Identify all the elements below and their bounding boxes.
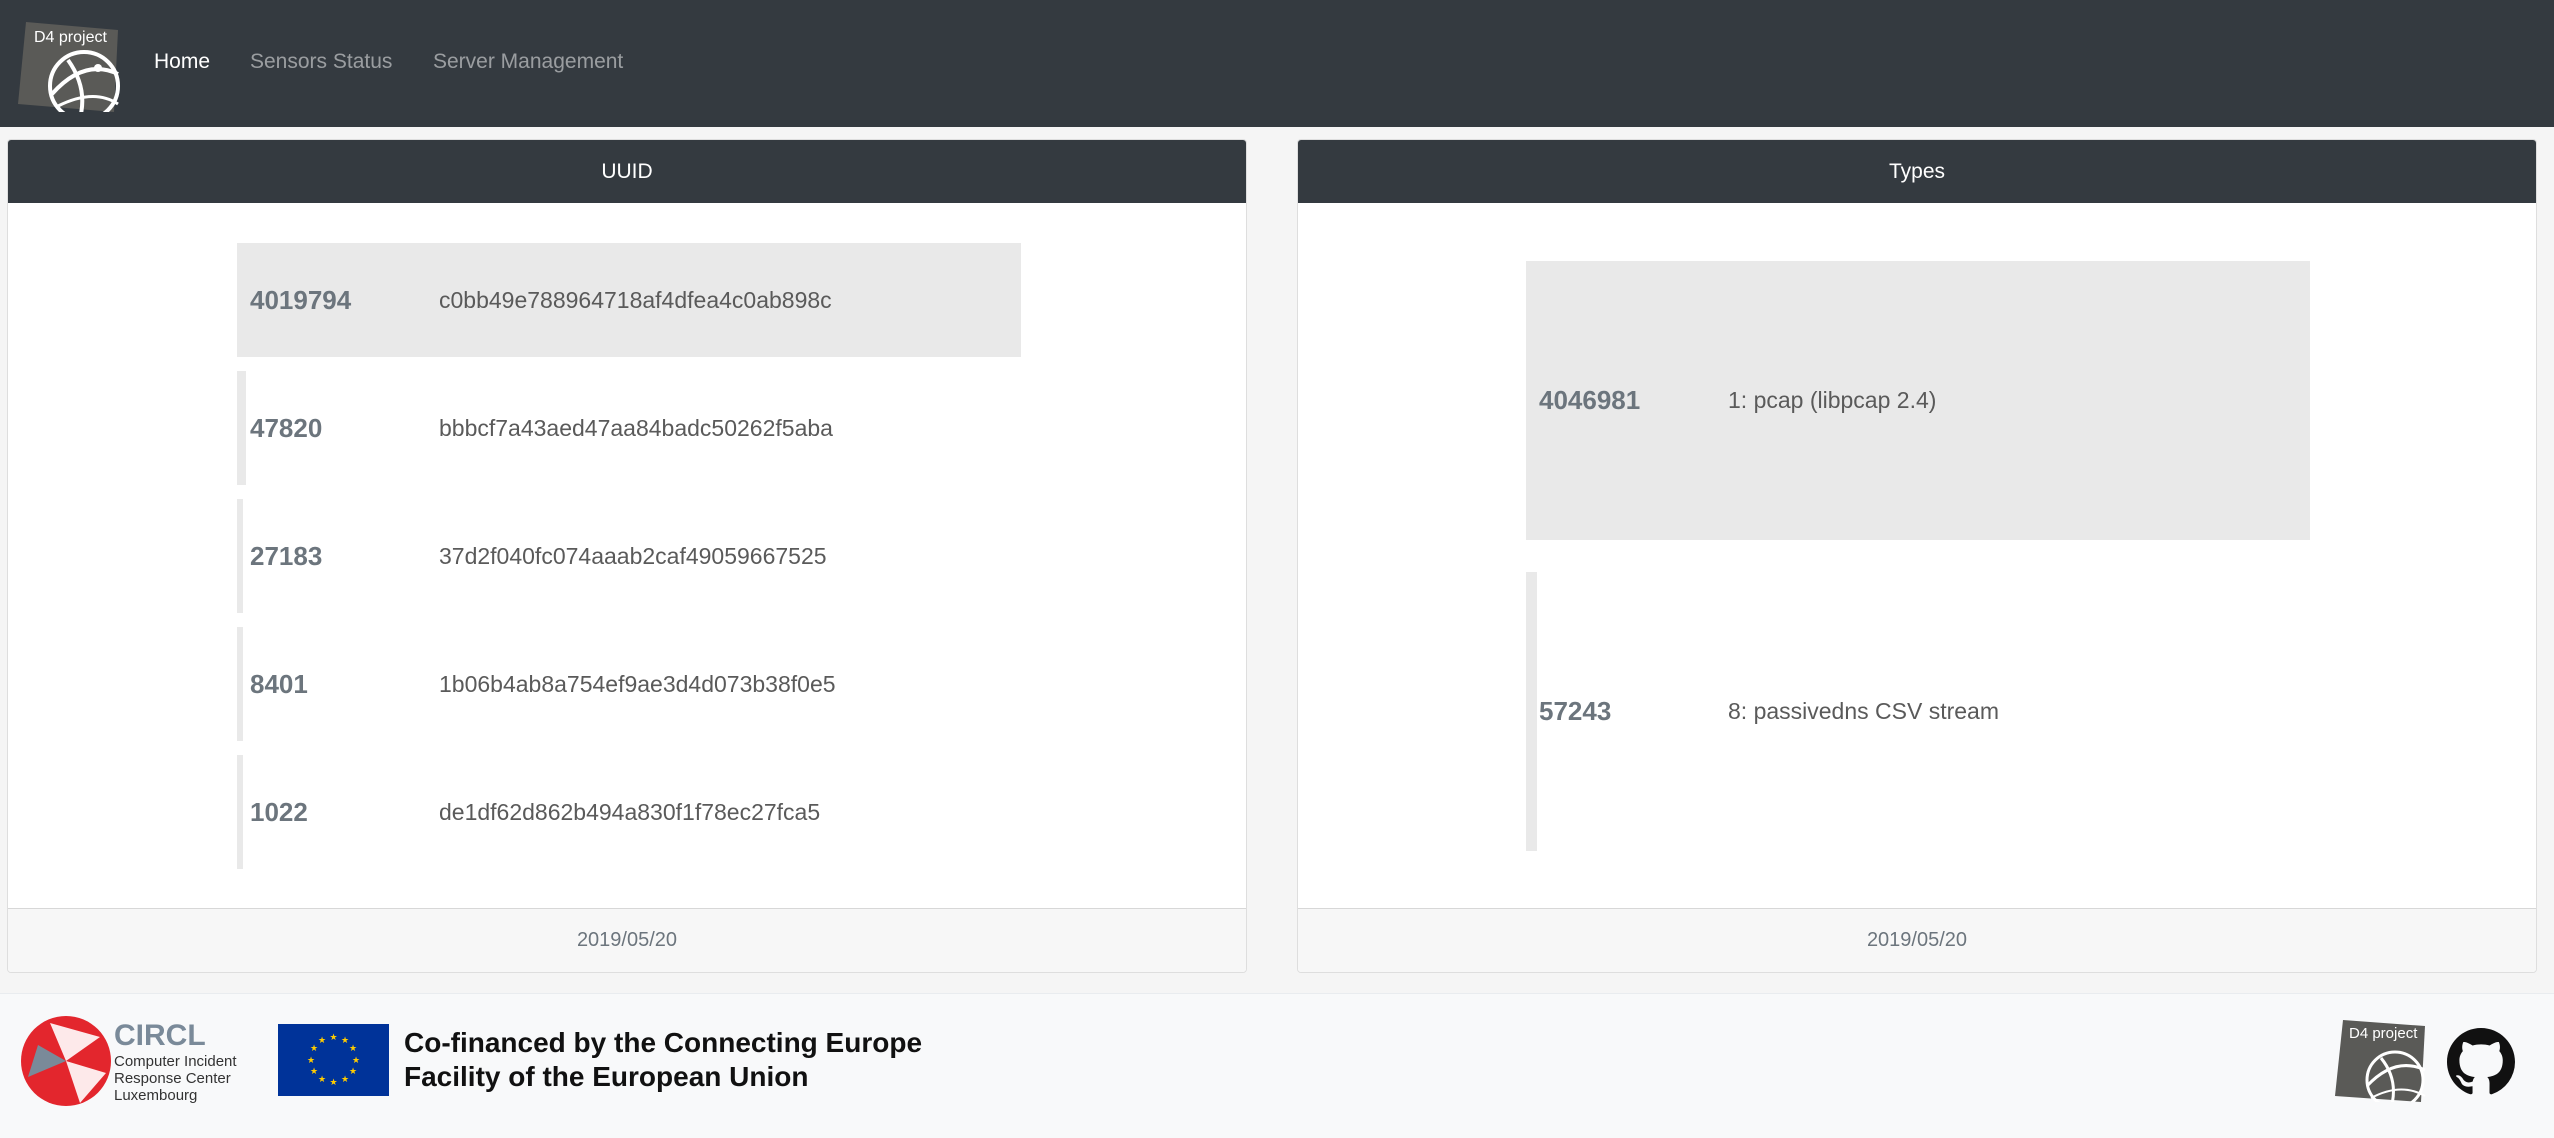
types-card-header: Types (1298, 140, 2536, 203)
nav-server-management[interactable]: Server Management (433, 50, 623, 74)
type-row-label: 8: passivedns CSV stream (1728, 698, 2000, 724)
github-icon[interactable] (2447, 1028, 2515, 1096)
circl-logo[interactable]: CIRCL Computer Incident Response Center … (20, 1015, 255, 1107)
uuid-row-label: de1df62d862b494a830f1f78ec27fca5 (439, 798, 821, 825)
svg-text:★: ★ (318, 1075, 326, 1085)
svg-text:★: ★ (341, 1036, 349, 1046)
types-card: Types 4046981 1: pcap (libpcap 2.4) 5724… (1297, 139, 2537, 973)
svg-text:★: ★ (329, 1033, 337, 1043)
type-row[interactable]: 57243 8: passivedns CSV stream (1526, 572, 2310, 851)
d4-project-logo[interactable]: D4 project (18, 18, 122, 112)
uuid-row-bar (237, 755, 243, 869)
uuid-row[interactable]: 1022 de1df62d862b494a830f1f78ec27fca5 (237, 755, 1021, 869)
eu-flag-icon: ★ ★ ★ ★ ★ ★ ★ ★ ★ ★ ★ ★ (278, 1024, 389, 1096)
uuid-card-date: 2019/05/20 (576, 929, 678, 951)
svg-text:★: ★ (349, 1044, 357, 1054)
type-row-count: 57243 (1539, 696, 1612, 726)
svg-text:★: ★ (318, 1036, 326, 1046)
uuid-card: UUID 4019794 c0bb49e788964718af4dfea4c0a… (7, 139, 1247, 973)
uuid-card-header: UUID (8, 140, 1246, 203)
svg-text:Luxembourg: Luxembourg (114, 1087, 197, 1104)
footer-d4-logo[interactable]: D4 project (2335, 1016, 2427, 1102)
cofinance-line-1: Co-financed by the Connecting Europe (404, 1027, 923, 1058)
svg-text:★: ★ (310, 1044, 318, 1054)
svg-text:★: ★ (329, 1078, 337, 1088)
types-card-date: 2019/05/20 (1866, 929, 1968, 951)
type-row[interactable]: 4046981 1: pcap (libpcap 2.4) (1526, 261, 2310, 540)
cofinance-text: Co-financed by the Connecting Europe Fac… (404, 1026, 964, 1094)
types-card-title: Types (1888, 159, 1946, 183)
svg-text:Response Center: Response Center (114, 1070, 231, 1087)
uuid-card-footer: 2019/05/20 (8, 908, 1246, 972)
cofinance-line-2: Facility of the European Union (404, 1061, 809, 1092)
svg-text:★: ★ (341, 1075, 349, 1085)
svg-text:Computer Incident: Computer Incident (114, 1053, 237, 1070)
svg-text:★: ★ (349, 1067, 357, 1077)
nav-sensors-status[interactable]: Sensors Status (250, 50, 392, 74)
svg-text:★: ★ (352, 1056, 360, 1066)
uuid-row-bar (237, 371, 246, 485)
top-navbar: D4 project Home Sensors Status Server Ma… (0, 0, 2554, 127)
uuid-row[interactable]: 4019794 c0bb49e788964718af4dfea4c0ab898c (237, 243, 1021, 357)
type-row-label: 1: pcap (libpcap 2.4) (1728, 387, 1937, 413)
uuid-row-label: 1b06b4ab8a754ef9ae3d4d073b38f0e5 (439, 670, 836, 697)
uuid-row-count: 4019794 (250, 284, 352, 315)
uuid-row-label: bbbcf7a43aed47aa84badc50262f5aba (439, 414, 833, 441)
type-row-count: 4046981 (1539, 385, 1641, 415)
uuid-row[interactable]: 27183 37d2f040fc074aaab2caf49059667525 (237, 499, 1021, 613)
svg-text:D4 project: D4 project (34, 29, 107, 46)
svg-text:★: ★ (307, 1056, 315, 1066)
uuid-row-bar (237, 499, 243, 613)
type-row-bar (1526, 572, 1537, 851)
uuid-row-count: 47820 (250, 412, 323, 443)
uuid-row-label: 37d2f040fc074aaab2caf49059667525 (439, 542, 827, 569)
svg-text:★: ★ (310, 1067, 318, 1077)
types-card-footer: 2019/05/20 (1298, 908, 2536, 972)
uuid-row-bar (237, 627, 243, 741)
uuid-row-label: c0bb49e788964718af4dfea4c0ab898c (439, 286, 832, 313)
uuid-card-title: UUID (601, 159, 653, 183)
uuid-row-count: 1022 (250, 796, 308, 827)
uuid-row[interactable]: 8401 1b06b4ab8a754ef9ae3d4d073b38f0e5 (237, 627, 1021, 741)
uuid-row-count: 8401 (250, 668, 308, 699)
uuid-row[interactable]: 47820 bbbcf7a43aed47aa84badc50262f5aba (237, 371, 1021, 485)
svg-text:CIRCL: CIRCL (114, 1019, 206, 1052)
nav-home[interactable]: Home (154, 50, 210, 74)
svg-text:D4 project: D4 project (2349, 1025, 2418, 1042)
uuid-row-count: 27183 (250, 540, 323, 571)
